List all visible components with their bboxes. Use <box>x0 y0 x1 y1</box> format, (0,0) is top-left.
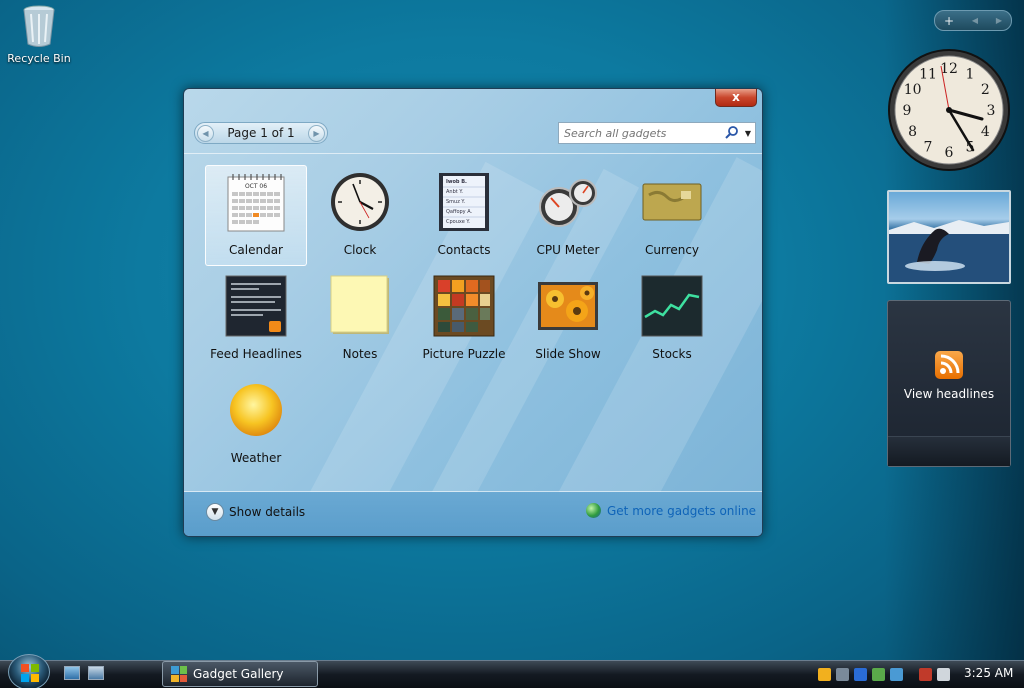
windows-update-icon[interactable] <box>890 667 903 681</box>
close-button[interactable]: x <box>715 89 757 107</box>
gadget-tile-weather[interactable]: Weather <box>205 373 307 474</box>
start-button[interactable] <box>8 654 50 688</box>
clock-numeral: 11 <box>919 67 937 83</box>
taskbar-button-label: Gadget Gallery <box>193 667 284 681</box>
get-more-gadgets-link[interactable]: Get more gadgets online <box>586 503 756 518</box>
page-indicator: Page 1 of 1 <box>227 126 295 140</box>
gadget-name: Clock <box>343 243 377 257</box>
feed-footer <box>888 436 1010 466</box>
clock-numeral: 10 <box>904 82 922 98</box>
recycle-bin-desktop-icon[interactable]: Recycle Bin <box>6 2 72 65</box>
gadget-name: Slide Show <box>535 347 601 361</box>
contacts-icon: Iwob B. Anbt Y. Smuz Y. Qaffopy A. Cpoux… <box>433 171 495 233</box>
clock-numeral: 4 <box>981 124 990 140</box>
gadget-name: Notes <box>342 347 378 361</box>
header-divider <box>184 153 762 154</box>
search-dropdown-arrow-icon[interactable]: ▼ <box>741 123 755 143</box>
show-details-toggle[interactable]: ▼ Show details <box>206 503 305 521</box>
search-box: ▼ <box>558 122 756 144</box>
network-icon[interactable] <box>919 667 932 681</box>
notes-icon <box>329 275 391 337</box>
gadget-name: Currency <box>644 243 700 257</box>
gadget-gallery-icon <box>171 666 187 682</box>
clock-gadget[interactable]: 111098765432112 <box>887 48 1011 172</box>
system-tray <box>818 662 950 686</box>
contact-entry: Cpouxe Y. <box>446 219 470 225</box>
gadget-tile-currency[interactable]: Currency <box>621 165 723 266</box>
clock-numeral: 7 <box>924 139 933 155</box>
stocks-icon <box>641 275 703 337</box>
picture-puzzle-icon <box>433 275 495 337</box>
recycle-bin-icon <box>22 4 56 48</box>
show-details-label[interactable]: Show details <box>229 505 305 519</box>
footer-divider <box>184 491 762 492</box>
feed-headlines-icon <box>225 275 287 337</box>
contact-entry: Anbt Y. <box>446 189 463 195</box>
contact-entry: Iwob B. <box>446 179 467 185</box>
cpu-meter-icon <box>537 171 599 233</box>
get-more-gadgets-label[interactable]: Get more gadgets online <box>607 504 756 518</box>
gadget-name: Contacts <box>437 243 491 257</box>
vm-tools-icon[interactable] <box>836 667 849 681</box>
switch-windows-icon[interactable] <box>88 666 104 680</box>
safely-remove-icon[interactable] <box>872 667 885 681</box>
gadget-tile-slide-show[interactable]: Slide Show <box>517 269 619 370</box>
gadget-name: CPU Meter <box>536 243 600 257</box>
gadget-name: Picture Puzzle <box>422 347 506 361</box>
taskbar-clock[interactable]: 3:25 AM <box>964 666 1013 680</box>
calendar-month-label: OCT 06 <box>245 183 267 190</box>
next-page-icon[interactable]: ▶ <box>996 16 1002 25</box>
search-input[interactable] <box>559 123 723 143</box>
clock-numeral: 2 <box>981 82 990 98</box>
volume-icon[interactable] <box>937 667 950 681</box>
clock-numeral: 3 <box>987 103 996 119</box>
previous-page-icon[interactable]: ◀ <box>972 16 978 25</box>
previous-page-button[interactable]: ◀ <box>197 124 214 142</box>
security-shield-icon[interactable] <box>818 667 831 681</box>
gadget-name: Feed Headlines <box>210 347 302 361</box>
bluetooth-icon[interactable] <box>854 667 867 681</box>
gadget-tile-contacts[interactable]: Iwob B. Anbt Y. Smuz Y. Qaffopy A. Cpoux… <box>413 165 515 266</box>
gadget-tile-notes[interactable]: Notes <box>309 269 411 370</box>
globe-icon <box>586 503 601 518</box>
gadget-tile-feed-headlines[interactable]: Feed Headlines <box>205 269 307 370</box>
gadget-name: Calendar <box>229 243 283 257</box>
clock-numeral: 8 <box>908 124 917 140</box>
gadget-name: Stocks <box>652 347 692 361</box>
rss-icon <box>935 351 963 379</box>
clock-numeral: 1 <box>966 67 975 83</box>
sidebar-toolbar: + ◀ ▶ <box>934 10 1012 31</box>
weather-icon <box>225 379 287 441</box>
taskbar-button-gadget-gallery[interactable]: Gadget Gallery <box>162 661 318 687</box>
contact-entry: Qaffopy A. <box>446 209 473 215</box>
next-page-button[interactable]: ▶ <box>308 124 325 142</box>
gadget-tile-calendar[interactable]: OCT 06 Calendar <box>205 165 307 266</box>
view-headlines-link[interactable]: View headlines <box>888 387 1010 401</box>
recycle-bin-label: Recycle Bin <box>7 52 71 65</box>
slide-show-icon <box>537 275 599 337</box>
show-desktop-icon[interactable] <box>64 666 80 680</box>
page-navigator: ◀ Page 1 of 1 ▶ <box>194 122 328 144</box>
clock-icon <box>329 171 391 233</box>
feed-headlines-gadget[interactable]: View headlines <box>887 300 1011 467</box>
gadget-tile-picture-puzzle[interactable]: Picture Puzzle <box>413 269 515 370</box>
currency-icon <box>641 171 703 233</box>
gadget-tile-cpu-meter[interactable]: CPU Meter <box>517 165 619 266</box>
chevron-down-icon[interactable]: ▼ <box>206 503 224 521</box>
calendar-icon: OCT 06 <box>225 171 287 233</box>
gadget-tile-stocks[interactable]: Stocks <box>621 269 723 370</box>
contact-entry: Smuz Y. <box>446 199 465 205</box>
clock-numeral: 6 <box>945 145 954 161</box>
clock-numeral: 9 <box>903 103 912 119</box>
slide-show-gadget[interactable] <box>887 190 1011 284</box>
windows-logo-icon <box>21 664 39 682</box>
gadget-name: Weather <box>230 451 282 465</box>
gadget-gallery-window: x ◀ Page 1 of 1 ▶ ▼ <box>183 88 763 537</box>
gadget-tile-clock[interactable]: Clock <box>309 165 411 266</box>
search-icon[interactable] <box>723 123 741 143</box>
add-gadget-button[interactable]: + <box>944 14 954 28</box>
